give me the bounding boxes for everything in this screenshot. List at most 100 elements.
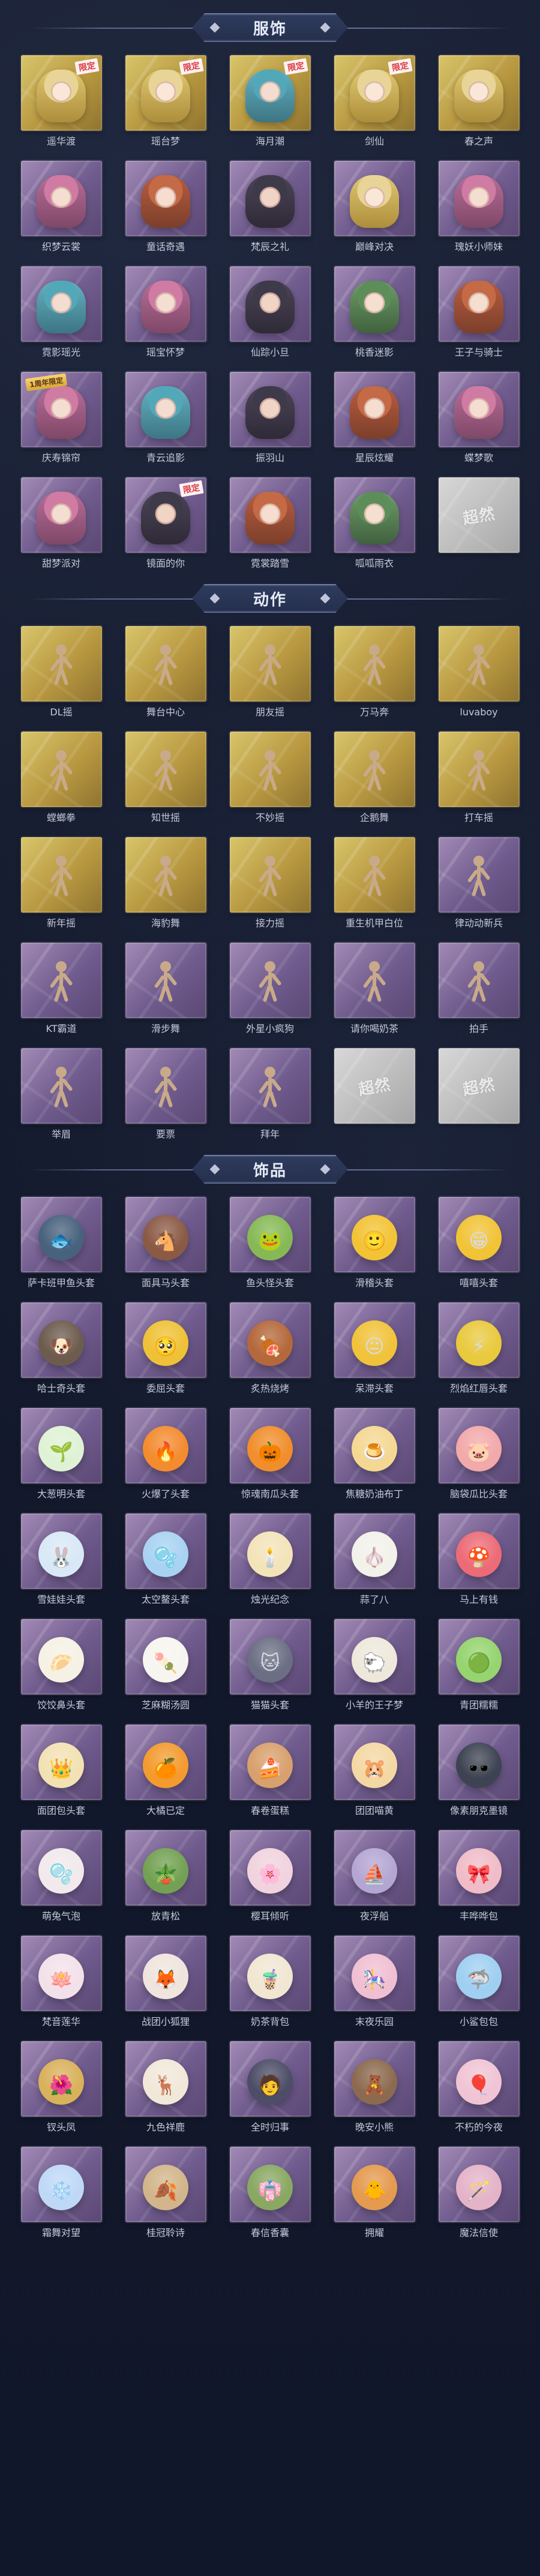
item-tile[interactable] — [20, 626, 102, 702]
item-card[interactable]: ❄️ 霜舞对望 — [20, 2147, 102, 2239]
item-tile[interactable] — [20, 266, 102, 342]
item-tile[interactable]: 🍡 — [125, 1619, 206, 1695]
item-tile[interactable]: 🥟 — [20, 1619, 102, 1695]
item-card[interactable]: 要票 — [125, 1048, 206, 1140]
item-card[interactable]: 🪄 魔法信使 — [438, 2147, 520, 2239]
item-card[interactable]: 🍂 桂冠聆诗 — [125, 2147, 206, 2239]
item-card[interactable]: 瑰妖小师妹 — [438, 161, 520, 253]
item-tile[interactable] — [229, 477, 311, 553]
item-tile[interactable]: 🔥 — [125, 1408, 206, 1483]
item-card[interactable]: 限定 海月潮 — [229, 55, 311, 148]
item-tile[interactable]: 🌸 — [229, 1830, 311, 1906]
item-tile[interactable] — [334, 161, 415, 236]
item-card[interactable]: 外星小疯狗 — [229, 943, 311, 1035]
item-card[interactable]: 🟢 青团糯糯 — [438, 1619, 520, 1711]
item-card[interactable]: 青云追影 — [125, 372, 206, 464]
item-tile[interactable]: 🎈 — [438, 2041, 520, 2117]
item-card[interactable]: 拜年 — [229, 1048, 311, 1140]
item-tile[interactable]: 超然 — [438, 477, 520, 553]
item-card[interactable]: 👘 春信香囊 — [229, 2147, 311, 2239]
item-tile[interactable]: 🦊 — [125, 1936, 206, 2011]
item-card[interactable]: 霓影瑶光 — [20, 266, 102, 359]
item-tile[interactable]: 🕯️ — [229, 1513, 311, 1589]
item-card[interactable]: 请你喝奶茶 — [334, 943, 415, 1035]
item-tile[interactable] — [125, 943, 206, 1018]
item-card[interactable]: 仙踪小旦 — [229, 266, 311, 359]
item-tile[interactable]: 🫧 — [20, 1830, 102, 1906]
item-card[interactable]: 🍄 马上有钱 — [438, 1513, 520, 1606]
item-tile[interactable] — [334, 943, 415, 1018]
item-card[interactable]: 😐 呆滞头套 — [334, 1302, 415, 1395]
item-tile[interactable]: 🐟 — [20, 1197, 102, 1272]
item-card[interactable]: 春之声 — [438, 55, 520, 148]
item-tile[interactable]: 🥺 — [125, 1302, 206, 1378]
item-tile[interactable]: 🐹 — [334, 1725, 415, 1800]
item-tile[interactable]: 🐱 — [229, 1619, 311, 1695]
item-tile[interactable] — [229, 626, 311, 702]
item-card[interactable]: 🪷 梵音莲华 — [20, 1936, 102, 2028]
item-card[interactable]: 🌱 大葱明头套 — [20, 1408, 102, 1500]
item-card[interactable]: 🧋 奶茶背包 — [229, 1936, 311, 2028]
item-tile[interactable] — [20, 477, 102, 553]
item-card[interactable]: 🦊 战团小狐狸 — [125, 1936, 206, 2028]
item-tile[interactable]: 限定 — [20, 55, 102, 131]
item-card[interactable]: 万马奔 — [334, 626, 415, 718]
item-tile[interactable]: 🎀 — [438, 1830, 520, 1906]
item-card[interactable]: 🎠 末夜乐园 — [334, 1936, 415, 2028]
item-card[interactable]: 🥟 饺饺鼻头套 — [20, 1619, 102, 1711]
item-card[interactable]: 🐑 小羊的王子梦 — [334, 1619, 415, 1711]
item-card[interactable]: 超然 — [438, 477, 520, 570]
item-tile[interactable] — [20, 837, 102, 913]
item-tile[interactable]: 🎃 — [229, 1408, 311, 1483]
item-card[interactable]: 🙂 滑稽头套 — [334, 1197, 415, 1289]
item-card[interactable]: 🎀 丰哗哗包 — [438, 1830, 520, 1922]
item-card[interactable]: 🍮 焦糖奶油布丁 — [334, 1408, 415, 1500]
item-card[interactable]: 🥺 委屈头套 — [125, 1302, 206, 1395]
item-tile[interactable]: 🐑 — [334, 1619, 415, 1695]
item-card[interactable]: 限定 遥华渡 — [20, 55, 102, 148]
item-tile[interactable]: 🦈 — [438, 1936, 520, 2011]
item-tile[interactable] — [125, 837, 206, 913]
item-tile[interactable]: 超然 — [334, 1048, 415, 1124]
item-tile[interactable] — [229, 943, 311, 1018]
item-tile[interactable]: 1周年限定 — [20, 372, 102, 447]
item-card[interactable]: 打车摇 — [438, 732, 520, 824]
item-card[interactable]: 🦈 小鲨包包 — [438, 1936, 520, 2028]
item-tile[interactable]: 限定 — [125, 477, 206, 553]
item-card[interactable]: 🐹 团团喵黄 — [334, 1725, 415, 1817]
item-card[interactable]: 👑 面团包头套 — [20, 1725, 102, 1817]
item-tile[interactable] — [229, 732, 311, 807]
item-tile[interactable]: 🫧 — [125, 1513, 206, 1589]
item-tile[interactable] — [438, 943, 520, 1018]
item-tile[interactable] — [125, 266, 206, 342]
item-card[interactable]: 🔥 火爆了头套 — [125, 1408, 206, 1500]
item-tile[interactable]: 🌺 — [20, 2041, 102, 2117]
item-tile[interactable]: 限定 — [125, 55, 206, 131]
item-tile[interactable]: 🙂 — [334, 1197, 415, 1272]
item-tile[interactable]: 🐷 — [438, 1408, 520, 1483]
item-card[interactable]: 🫧 太空鳌头套 — [125, 1513, 206, 1606]
item-tile[interactable] — [334, 626, 415, 702]
item-tile[interactable]: 🐰 — [20, 1513, 102, 1589]
item-card[interactable]: 知世摇 — [125, 732, 206, 824]
item-tile[interactable] — [438, 55, 520, 131]
item-tile[interactable]: 🎠 — [334, 1936, 415, 2011]
item-tile[interactable] — [334, 837, 415, 913]
item-card[interactable]: 🍰 春卷蛋糕 — [229, 1725, 311, 1817]
item-tile[interactable] — [125, 732, 206, 807]
item-card[interactable]: 🪴 放青松 — [125, 1830, 206, 1922]
item-card[interactable]: 🌸 樱耳倾听 — [229, 1830, 311, 1922]
item-tile[interactable]: 🐸 — [229, 1197, 311, 1272]
item-card[interactable]: 举眉 — [20, 1048, 102, 1140]
item-card[interactable]: 童话奇遇 — [125, 161, 206, 253]
item-tile[interactable]: 🪴 — [125, 1830, 206, 1906]
item-tile[interactable]: 🍮 — [334, 1408, 415, 1483]
item-card[interactable]: luvaboy — [438, 626, 520, 718]
item-tile[interactable] — [334, 477, 415, 553]
item-card[interactable]: 1周年限定 庆寿锦帘 — [20, 372, 102, 464]
item-card[interactable]: 🐱 猫猫头套 — [229, 1619, 311, 1711]
item-card[interactable]: 🐸 鱼头怪头套 — [229, 1197, 311, 1289]
item-tile[interactable]: 😐 — [334, 1302, 415, 1378]
item-card[interactable]: 霓裳踏雪 — [229, 477, 311, 570]
item-tile[interactable]: 🍖 — [229, 1302, 311, 1378]
